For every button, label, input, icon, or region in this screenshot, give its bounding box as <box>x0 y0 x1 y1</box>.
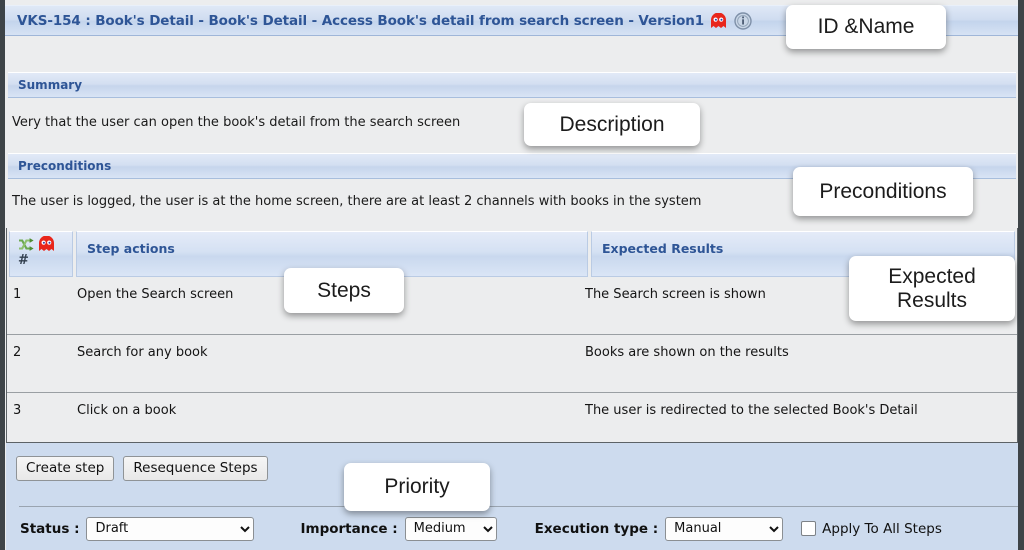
create-step-button[interactable]: Create step <box>16 456 115 481</box>
shuffle-icon[interactable] <box>18 237 35 252</box>
steps-toolbar: Create step Resequence Steps <box>6 443 1018 506</box>
testcase-attributes-bar: Status : Draft Importance : Medium Execu… <box>6 506 1018 550</box>
summary-header-label: Summary <box>18 78 83 92</box>
summary-section-body: Very that the user can open the book's d… <box>6 98 1018 146</box>
preconditions-header-label: Preconditions <box>18 159 112 173</box>
window-left-border <box>0 0 5 550</box>
ghost-icon[interactable] <box>38 235 55 252</box>
step-number: 2 <box>13 345 22 360</box>
annotation-expected-results: Expected Results <box>849 256 1015 321</box>
execution-type-label: Execution type : <box>534 520 659 537</box>
page-title: VKS-154 : Book's Detail - Book's Detail … <box>17 12 705 29</box>
step-action-text: Search for any book <box>77 345 208 360</box>
annotation-description: Description <box>524 103 700 146</box>
importance-select[interactable]: Medium <box>404 516 497 541</box>
status-select[interactable]: Draft <box>86 516 255 541</box>
annotation-steps: Steps <box>284 268 404 313</box>
steps-column-expected-results-label: Expected Results <box>602 241 724 256</box>
apply-to-all-steps-group: Apply To All Steps <box>801 521 942 537</box>
annotation-priority: Priority <box>344 463 490 511</box>
annotation-id-name: ID &Name <box>786 5 946 49</box>
apply-to-all-steps-label: Apply To All Steps <box>822 520 942 537</box>
summary-section-header: Summary <box>8 72 1016 98</box>
summary-text: Very that the user can open the book's d… <box>12 114 461 130</box>
steps-header-icons <box>18 235 72 252</box>
apply-to-all-steps-checkbox[interactable] <box>801 521 817 536</box>
steps-toolbar-buttons: Create step Resequence Steps <box>16 456 268 481</box>
table-row[interactable]: 2 Search for any book Books are shown on… <box>7 335 1017 393</box>
step-number: 1 <box>13 287 22 302</box>
title-icons <box>710 11 752 30</box>
execution-type-select[interactable]: Manual <box>665 516 784 541</box>
importance-label: Importance : <box>300 520 398 537</box>
window-right-border <box>1018 0 1024 550</box>
steps-column-step-actions-label: Step actions <box>87 241 175 256</box>
step-expected-text: Books are shown on the results <box>585 345 789 360</box>
annotation-preconditions: Preconditions <box>793 167 973 216</box>
testlink-testcase-panel: VKS-154 : Book's Detail - Book's Detail … <box>0 0 1024 550</box>
preconditions-text: The user is logged, the user is at the h… <box>12 194 702 209</box>
info-icon[interactable] <box>734 11 752 30</box>
ghost-icon <box>710 12 727 29</box>
resequence-steps-button[interactable]: Resequence Steps <box>123 456 268 481</box>
steps-column-number-label: # <box>18 253 29 268</box>
status-label: Status : <box>20 520 80 537</box>
steps-column-number: # <box>9 231 73 277</box>
